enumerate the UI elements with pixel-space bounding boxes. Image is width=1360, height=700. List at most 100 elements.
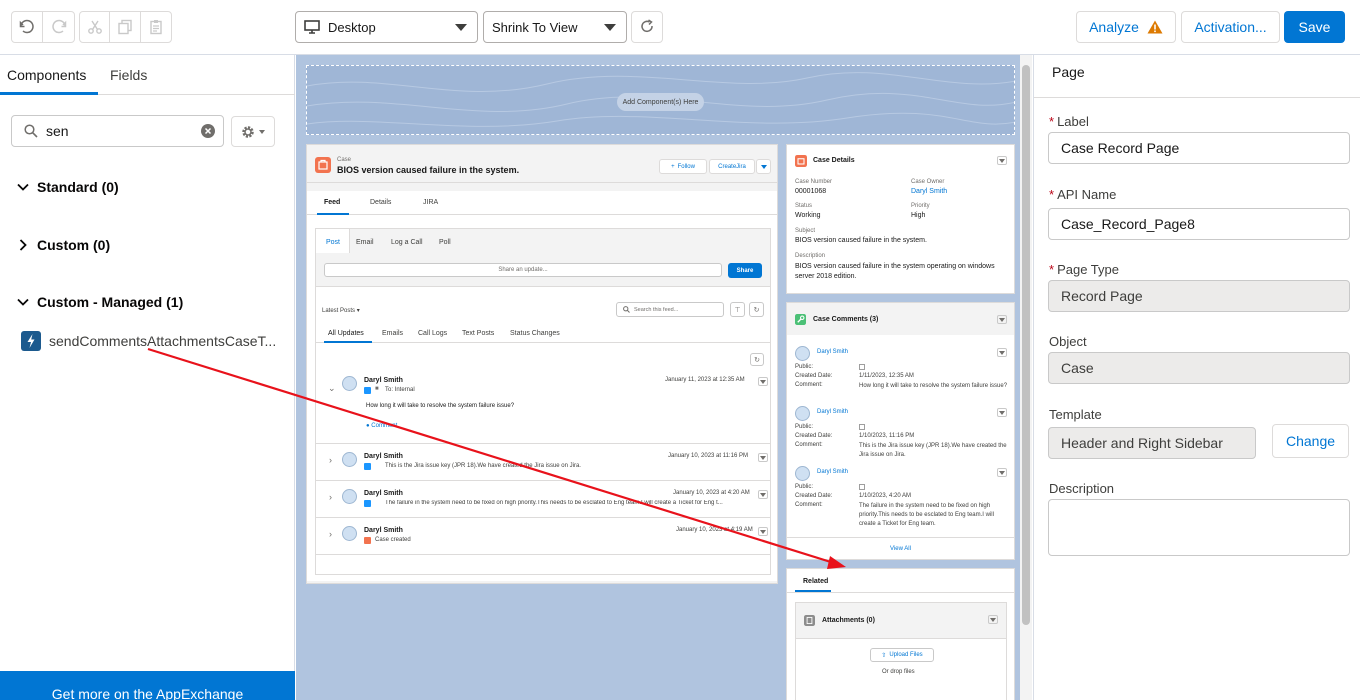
undo-button[interactable]: [12, 12, 43, 42]
device-select[interactable]: Desktop: [295, 11, 478, 43]
feed-author[interactable]: Daryl Smith: [364, 377, 403, 384]
refresh-feed-button[interactable]: ↻: [749, 302, 764, 317]
filter-all-updates[interactable]: All Updates: [328, 330, 364, 337]
case-details-card[interactable]: Case Details Case Number 00001068 Case O…: [786, 144, 1015, 294]
comment-label: Comment:: [795, 382, 823, 388]
filter-emails[interactable]: Emails: [382, 330, 403, 337]
feed-item-menu[interactable]: [758, 377, 768, 386]
filter-status-changes[interactable]: Status Changes: [510, 330, 560, 337]
case-icon: [795, 155, 807, 167]
change-template-button[interactable]: Change: [1272, 424, 1349, 458]
view-all-link[interactable]: View All: [787, 537, 1014, 559]
clear-icon[interactable]: [201, 124, 215, 138]
publisher-tab-email[interactable]: Email: [356, 239, 374, 246]
component-search[interactable]: sen: [11, 115, 224, 147]
subject-label: Subject: [795, 228, 816, 234]
section-custom[interactable]: Custom (0): [17, 237, 110, 253]
copy-icon: [118, 19, 132, 35]
refresh-list-button[interactable]: ↻: [750, 353, 764, 366]
card-menu[interactable]: [997, 315, 1007, 324]
filter-text-posts[interactable]: Text Posts: [462, 330, 494, 337]
search-input-value[interactable]: sen: [46, 123, 69, 139]
save-button[interactable]: Save: [1284, 11, 1345, 43]
component-label: sendCommentsAttachmentsCaseT...: [49, 333, 277, 349]
comment-link[interactable]: ● Comment: [366, 423, 397, 429]
related-tab[interactable]: Related: [803, 578, 828, 585]
comment-author[interactable]: Daryl Smith: [817, 469, 848, 475]
share-button[interactable]: Share: [728, 263, 762, 278]
comment-menu[interactable]: [997, 468, 1007, 477]
canvas-scrollbar[interactable]: [1020, 55, 1032, 700]
more-actions-button[interactable]: [756, 159, 771, 174]
avatar: [342, 526, 357, 541]
copy-button[interactable]: [110, 12, 141, 42]
card-menu[interactable]: [997, 156, 1007, 165]
createjira-button[interactable]: CreateJira: [709, 159, 755, 174]
search-feed-input[interactable]: Search this feed...: [616, 302, 724, 317]
feed-item-menu[interactable]: [758, 453, 768, 462]
attachments-title: Attachments (0): [822, 617, 875, 624]
status-value: Working: [795, 212, 821, 219]
paste-button[interactable]: [141, 12, 171, 42]
api-name-input[interactable]: Case_Record_Page8: [1048, 208, 1350, 240]
publisher-tab-poll[interactable]: Poll: [439, 239, 451, 246]
feed-date[interactable]: January 10, 2023 at 11:16 PM: [668, 453, 748, 459]
feed-author[interactable]: Daryl Smith: [364, 527, 403, 534]
component-item[interactable]: sendCommentsAttachmentsCaseT...: [21, 331, 276, 351]
analyze-label: Analyze: [1089, 19, 1139, 35]
chevron-right-icon[interactable]: ›: [329, 455, 332, 465]
redo-button[interactable]: [43, 12, 74, 42]
feed-date[interactable]: January 11, 2023 at 12:35 AM: [665, 377, 745, 383]
description-textarea[interactable]: [1048, 499, 1350, 556]
properties-title: Page: [1052, 64, 1085, 80]
refresh-icon: ↻: [754, 356, 760, 364]
filter-call-logs[interactable]: Call Logs: [418, 330, 447, 337]
scrollbar-thumb[interactable]: [1022, 65, 1030, 625]
filter-icon: ⊤: [734, 306, 741, 314]
section-custom-managed[interactable]: Custom - Managed (1): [17, 294, 183, 310]
activation-button[interactable]: Activation...: [1181, 11, 1280, 43]
filter-button[interactable]: ⊤: [730, 302, 745, 317]
comment-author[interactable]: Daryl Smith: [817, 409, 848, 415]
case-owner-value[interactable]: Daryl Smith: [911, 188, 947, 195]
section-standard[interactable]: Standard (0): [17, 179, 119, 195]
share-update-input[interactable]: Share an update...: [324, 263, 722, 277]
view-select-value: Shrink To View: [492, 19, 578, 35]
avatar: [795, 346, 810, 361]
tab-feed[interactable]: Feed: [324, 199, 340, 206]
tab-details[interactable]: Details: [370, 199, 391, 206]
label-input[interactable]: Case Record Page: [1048, 132, 1350, 164]
card-menu[interactable]: [988, 615, 998, 624]
feed-date[interactable]: January 10, 2023 at 4:20 AM: [673, 490, 750, 496]
feed-date[interactable]: January 10, 2023 at 4:19 AM: [676, 527, 753, 533]
publisher-tab-logcall[interactable]: Log a Call: [391, 239, 423, 246]
follow-button[interactable]: + Follow: [659, 159, 707, 174]
tab-fields[interactable]: Fields: [110, 67, 147, 83]
chevron-right-icon[interactable]: ›: [329, 529, 332, 539]
header-region[interactable]: Add Component(s) Here: [306, 65, 1015, 135]
appexchange-link[interactable]: Get more on the AppExchange: [0, 671, 295, 700]
view-select[interactable]: Shrink To View: [483, 11, 627, 43]
chevron-down-icon[interactable]: ⌄: [328, 383, 336, 394]
tab-components[interactable]: Components: [7, 67, 86, 83]
case-comments-card[interactable]: Case Comments (3) Daryl Smith Public: Cr…: [786, 302, 1015, 560]
upload-files-button[interactable]: ⇧ Upload Files: [870, 648, 934, 662]
feed-item-menu[interactable]: [758, 490, 768, 499]
feed-author[interactable]: Daryl Smith: [364, 453, 403, 460]
comment-menu[interactable]: [997, 408, 1007, 417]
feed-author[interactable]: Daryl Smith: [364, 490, 403, 497]
add-components-pill[interactable]: Add Component(s) Here: [617, 93, 704, 111]
created-value: 1/11/2023, 12:35 AM: [859, 373, 914, 379]
tab-jira[interactable]: JIRA: [423, 199, 438, 206]
settings-menu-button[interactable]: [231, 116, 275, 147]
comment-menu[interactable]: [997, 348, 1007, 357]
feed-item-menu[interactable]: [758, 527, 768, 536]
related-card[interactable]: Related Attachments (0) ⇧ Upload Files Or…: [786, 568, 1015, 700]
analyze-button[interactable]: Analyze: [1076, 11, 1176, 43]
cut-button[interactable]: [80, 12, 111, 42]
chevron-right-icon[interactable]: ›: [329, 492, 332, 502]
comment-author[interactable]: Daryl Smith: [817, 349, 848, 355]
latest-posts-select[interactable]: Latest Posts ▾: [322, 307, 360, 314]
refresh-button[interactable]: [631, 11, 663, 43]
public-label: Public:: [795, 424, 814, 430]
